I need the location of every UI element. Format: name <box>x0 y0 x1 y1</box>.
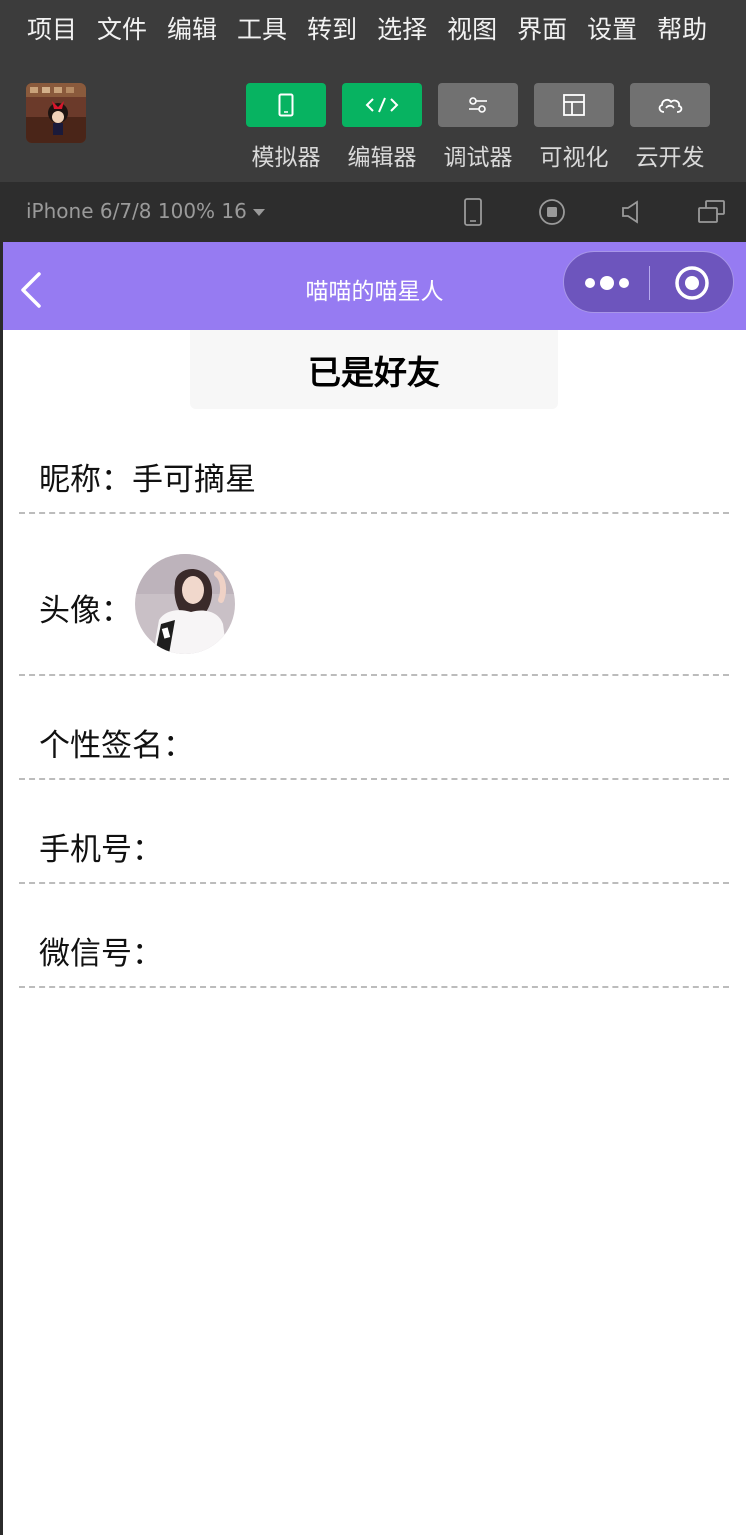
device-phone-icon[interactable] <box>458 197 488 227</box>
wechat-row: 微信号： <box>19 884 729 988</box>
device-selector[interactable]: iPhone 6/7/8 100% 16 <box>26 199 265 223</box>
phone-label: 手机号： <box>39 832 163 868</box>
visual-button[interactable] <box>534 83 614 127</box>
cloud-icon <box>658 98 683 113</box>
more-dots-icon[interactable] <box>584 272 630 294</box>
friend-status-badge: 已是好友 <box>190 330 558 409</box>
menu-item-project[interactable]: 项目 <box>27 17 77 42</box>
debugger-label: 调试器 <box>443 145 513 171</box>
code-brackets-icon <box>365 97 399 113</box>
nickname-row: 昵称：手可摘星 <box>19 410 729 514</box>
page-content: 已是好友 昵称：手可摘星 头像： 个性签名： 手机号： 微信号： <box>3 330 746 1535</box>
phone-row: 手机号： <box>19 780 729 884</box>
editor-button[interactable] <box>342 83 422 127</box>
signature-label: 个性签名： <box>39 728 194 764</box>
toolbar: 模拟器 编辑器 调试器 可视化 云开发 <box>0 58 746 182</box>
visual-tool[interactable]: 可视化 <box>534 83 614 172</box>
menu-item-select[interactable]: 选择 <box>377 17 427 42</box>
avatar-label: 头像： <box>39 593 132 629</box>
caret-down-icon <box>252 209 265 216</box>
menu-bar: 项目 文件 编辑 工具 转到 选择 视图 界面 设置 帮助 <box>0 0 746 58</box>
capsule-menu <box>563 251 734 313</box>
device-selector-text: iPhone 6/7/8 100% 16 <box>26 199 247 223</box>
multi-window-icon[interactable] <box>696 197 726 227</box>
layout-icon <box>563 94 585 116</box>
debugger-tool[interactable]: 调试器 <box>438 83 518 172</box>
project-avatar[interactable] <box>26 83 86 143</box>
menu-item-interface[interactable]: 界面 <box>517 17 567 42</box>
menu-item-view[interactable]: 视图 <box>447 17 497 42</box>
simulator-label: 模拟器 <box>251 145 321 171</box>
visual-label: 可视化 <box>539 145 609 171</box>
signature-row: 个性签名： <box>19 676 729 780</box>
cloud-button[interactable] <box>630 83 710 127</box>
speaker-icon[interactable] <box>617 197 647 227</box>
nickname-label: 昵称： <box>39 462 132 498</box>
cloud-tool[interactable]: 云开发 <box>630 83 710 172</box>
editor-tool[interactable]: 编辑器 <box>342 83 422 172</box>
wechat-label: 微信号： <box>39 936 163 972</box>
editor-label: 编辑器 <box>347 145 417 171</box>
target-circle-icon[interactable] <box>674 265 710 301</box>
user-avatar[interactable] <box>135 554 235 654</box>
nickname-value: 手可摘星 <box>132 462 256 498</box>
simulator-tool[interactable]: 模拟器 <box>246 83 326 172</box>
menu-item-tools[interactable]: 工具 <box>237 17 287 42</box>
device-bar: iPhone 6/7/8 100% 16 <box>0 182 746 242</box>
menu-item-file[interactable]: 文件 <box>97 17 147 42</box>
nickname-text: 昵称：手可摘星 <box>39 454 256 499</box>
menu-item-goto[interactable]: 转到 <box>307 17 357 42</box>
mini-program-navbar: 喵喵的喵星人 <box>3 242 746 330</box>
cloud-label: 云开发 <box>635 145 705 171</box>
menu-item-settings[interactable]: 设置 <box>587 17 637 42</box>
capsule-divider <box>649 266 650 300</box>
phone-outline-icon <box>278 93 294 117</box>
sliders-icon <box>469 97 487 113</box>
avatar-row: 头像： <box>19 514 729 676</box>
menu-item-help[interactable]: 帮助 <box>657 17 707 42</box>
menu-item-edit[interactable]: 编辑 <box>167 17 217 42</box>
debugger-button[interactable] <box>438 83 518 127</box>
stop-record-icon[interactable] <box>537 197 567 227</box>
simulator-button[interactable] <box>246 83 326 127</box>
